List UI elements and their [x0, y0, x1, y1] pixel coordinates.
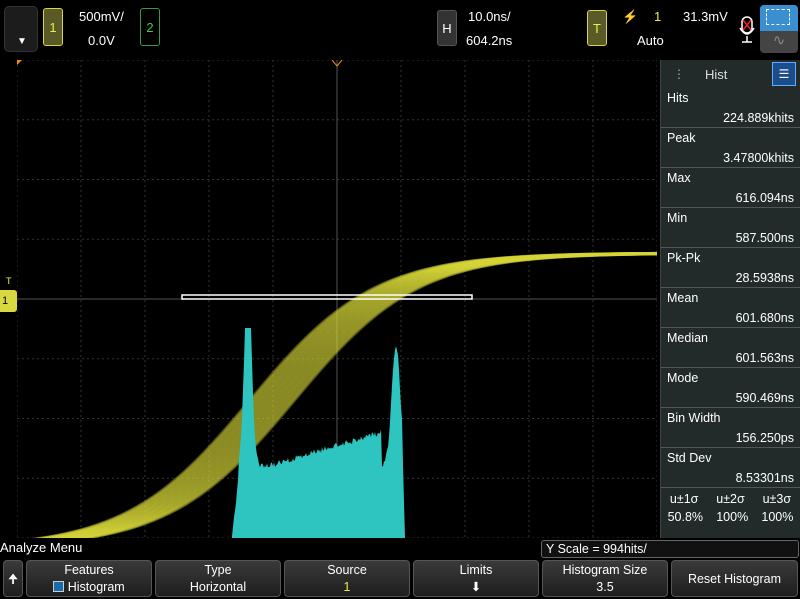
histogram-stats: Hits 224.889khits Peak 3.47800khits Max 616.0… — [661, 88, 800, 488]
checkbox-checked[interactable] — [53, 581, 64, 592]
stat-bin-width: Bin Width 156.250ps — [661, 408, 800, 448]
channel2-button[interactable]: 2 — [140, 8, 160, 46]
trigger-button[interactable]: T — [587, 10, 607, 46]
stat-label: Mean — [661, 288, 800, 308]
timebase: 10.0ns/ — [468, 9, 511, 24]
stat-label: Peak — [661, 128, 800, 148]
sigma-headers: u±1σ u±2σ u±3σ — [661, 492, 800, 506]
features-label: Features — [27, 562, 151, 579]
stat-label: Hits — [661, 88, 800, 108]
stat-label: Pk-Pk — [661, 248, 800, 268]
stat-pk-pk: Pk-Pk 28.5938ns — [661, 248, 800, 288]
stat-value: 156.250ps — [661, 428, 800, 448]
histogram-size-value: 3.5 — [543, 579, 667, 596]
histogram-size-label: Histogram Size — [543, 562, 667, 579]
sigma-header: u±2σ — [716, 492, 744, 506]
limits-softkey[interactable]: Limits ⬇ — [413, 560, 539, 597]
menu-title: Analyze Menu — [0, 540, 82, 555]
channel1-label: 1 — [49, 20, 56, 35]
type-label: Type — [156, 562, 280, 579]
stat-value: 3.47800khits — [661, 148, 800, 168]
microphone-muted-icon[interactable] — [738, 16, 756, 44]
stat-value: 224.889khits — [661, 108, 800, 128]
sigma-value: 100% — [716, 510, 748, 524]
features-value: Histogram — [68, 580, 125, 594]
stat-label: Mode — [661, 368, 800, 388]
panel-header: ⋮ Hist ☰ — [661, 60, 800, 88]
measurement-panel: ⋮ Hist ☰ Hits 224.889khits Peak 3.47800khit… — [660, 60, 800, 538]
stat-mean: Mean 601.680ns — [661, 288, 800, 328]
horizontal-button[interactable]: H — [437, 10, 457, 46]
source-value: 1 — [285, 579, 409, 596]
arrow-down-icon: ⬇ — [414, 579, 538, 596]
sigma-values: 50.8% 100% 100% — [661, 510, 800, 524]
tab-hist[interactable]: Hist — [705, 67, 727, 82]
stat-value: 590.469ns — [661, 388, 800, 408]
channel1-ground-marker[interactable]: 1 — [0, 290, 17, 312]
grip-icon: ⋮ — [673, 67, 685, 81]
reset-label: Reset Histogram — [688, 572, 781, 586]
waveform-draw-icon: ∿ — [760, 31, 798, 53]
stat-std-dev: Std Dev 8.53301ns — [661, 448, 800, 488]
ground-marker-label: 1 — [2, 295, 8, 307]
stat-value: 28.5938ns — [661, 268, 800, 288]
channel1-button[interactable]: 1 — [43, 8, 63, 46]
stat-label: Max — [661, 168, 800, 188]
histogram-window — [182, 295, 472, 299]
stat-mode: Mode 590.469ns — [661, 368, 800, 408]
channel2-label: 2 — [146, 20, 153, 35]
zoom-box-icon — [760, 5, 798, 31]
stat-label: Bin Width — [661, 408, 800, 428]
histogram-size-softkey[interactable]: Histogram Size 3.5 — [542, 560, 668, 597]
arrow-up-icon: 🠉 — [8, 572, 18, 586]
stat-label: Median — [661, 328, 800, 348]
stat-value: 601.563ns — [661, 348, 800, 368]
channel1-scale: 500mV/ — [79, 9, 124, 24]
sigma-header: u±3σ — [763, 492, 791, 506]
type-value: Horizontal — [156, 579, 280, 596]
stat-value: 616.094ns — [661, 188, 800, 208]
trigger-level: 31.3mV — [683, 9, 728, 24]
back-button[interactable]: 🠉 — [3, 560, 23, 597]
trigger-source: 1 — [654, 9, 661, 24]
waveform-display[interactable] — [17, 60, 657, 538]
stat-hits: Hits 224.889khits — [661, 88, 800, 128]
stat-median: Median 601.563ns — [661, 328, 800, 368]
stat-max: Max 616.094ns — [661, 168, 800, 208]
stat-label: Min — [661, 208, 800, 228]
source-label: Source — [285, 562, 409, 579]
features-softkey[interactable]: Features Histogram — [26, 560, 152, 597]
stat-value: 587.500ns — [661, 228, 800, 248]
delay-marker — [17, 60, 22, 65]
list-icon[interactable]: ☰ — [772, 62, 796, 86]
trigger-level-marker[interactable]: T — [6, 276, 12, 286]
trigger-label: T — [593, 21, 601, 36]
main-menu-button[interactable]: ▼ — [4, 6, 38, 52]
trigger-mode: Auto — [637, 33, 664, 48]
y-scale-readout: Y Scale = 994hits/ — [541, 540, 799, 558]
stat-min: Min 587.500ns — [661, 208, 800, 248]
stat-label: Std Dev — [661, 448, 800, 468]
touch-mode-button[interactable]: ∿ — [760, 5, 798, 53]
rising-edge-icon: ⚡ — [622, 9, 638, 25]
channel1-offset: 0.0V — [88, 33, 115, 48]
horizontal-label: H — [442, 21, 451, 36]
sigma-header: u±1σ — [670, 492, 698, 506]
triangle-down-icon: ▼ — [17, 36, 27, 47]
delay: 604.2ns — [466, 33, 512, 48]
limits-label: Limits — [414, 562, 538, 579]
reset-histogram-softkey[interactable]: Reset Histogram — [671, 560, 798, 597]
stat-peak: Peak 3.47800khits — [661, 128, 800, 168]
sigma-value: 50.8% — [668, 510, 703, 524]
stat-value: 601.680ns — [661, 308, 800, 328]
type-softkey[interactable]: Type Horizontal — [155, 560, 281, 597]
source-softkey[interactable]: Source 1 — [284, 560, 410, 597]
sigma-value: 100% — [761, 510, 793, 524]
stat-value: 8.53301ns — [661, 468, 800, 488]
